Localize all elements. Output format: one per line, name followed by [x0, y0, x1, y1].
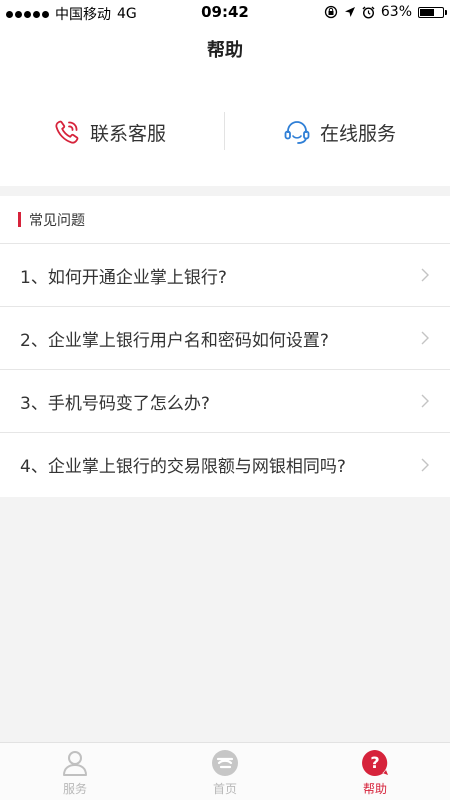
- quick-actions-divider: [224, 112, 225, 150]
- tab-home[interactable]: 首页: [150, 743, 300, 800]
- tab-service[interactable]: 服务: [0, 743, 150, 800]
- headset-icon: [284, 121, 310, 144]
- battery-icon: [418, 6, 447, 18]
- faq-title: 常见问题: [29, 212, 85, 229]
- faq-item-text: 2、企业掌上银行用户名和密码如何设置?: [20, 330, 329, 351]
- help-icon: ?: [362, 750, 388, 776]
- battery-level: [420, 8, 434, 16]
- status-bar: 中国移动 4G 09:42 63%: [0, 0, 450, 26]
- page-title: 帮助: [207, 40, 243, 61]
- online-service-button[interactable]: 在线服务: [282, 112, 396, 152]
- contact-customer-service-label: 联系客服: [90, 122, 167, 145]
- user-icon: [63, 751, 87, 776]
- online-service-label: 在线服务: [320, 122, 397, 145]
- bottom-tab-bar: 服务 首页 ? 帮助: [0, 742, 450, 800]
- chevron-right-icon: [418, 394, 432, 408]
- section-marker: [18, 212, 21, 227]
- faq-item-text: 1、如何开通企业掌上银行?: [20, 267, 227, 288]
- location-arrow-icon: [344, 7, 355, 17]
- nav-header: 帮助: [0, 26, 450, 76]
- chevron-right-icon: [418, 268, 432, 282]
- tab-help-label: 帮助: [362, 782, 387, 796]
- faq-item-4[interactable]: 4、企业掌上银行的交易限额与网银相同吗?: [0, 433, 450, 496]
- tab-service-label: 服务: [62, 782, 87, 796]
- rotation-lock-icon: [324, 5, 338, 19]
- help-screen: 中国移动 4G 09:42 63% 帮助 联系客服 在线服务 常见问题 1、如何…: [0, 0, 450, 800]
- faq-item-1[interactable]: 1、如何开通企业掌上银行?: [0, 244, 450, 307]
- faq-section: 常见问题 1、如何开通企业掌上银行? 2、企业掌上银行用户名和密码如何设置? 3…: [0, 196, 450, 497]
- faq-item-text: 3、手机号码变了怎么办?: [20, 393, 210, 414]
- status-bar-right: 63%: [324, 4, 447, 20]
- home-logo-icon: [212, 750, 238, 776]
- faq-header: 常见问题: [0, 196, 450, 244]
- svg-text:?: ?: [370, 753, 379, 772]
- tab-help[interactable]: ? 帮助: [300, 743, 450, 800]
- phone-icon: [55, 120, 79, 144]
- contact-customer-service-button[interactable]: 联系客服: [52, 112, 166, 152]
- faq-item-3[interactable]: 3、手机号码变了怎么办?: [0, 370, 450, 433]
- tab-home-label: 首页: [212, 782, 237, 796]
- alarm-icon: [362, 6, 375, 19]
- faq-item-text: 4、企业掌上银行的交易限额与网银相同吗?: [20, 457, 346, 477]
- quick-actions: 联系客服 在线服务: [0, 76, 450, 186]
- battery-percent: 63%: [380, 4, 412, 20]
- chevron-right-icon: [418, 458, 432, 472]
- chevron-right-icon: [418, 331, 432, 345]
- faq-item-2[interactable]: 2、企业掌上银行用户名和密码如何设置?: [0, 307, 450, 370]
